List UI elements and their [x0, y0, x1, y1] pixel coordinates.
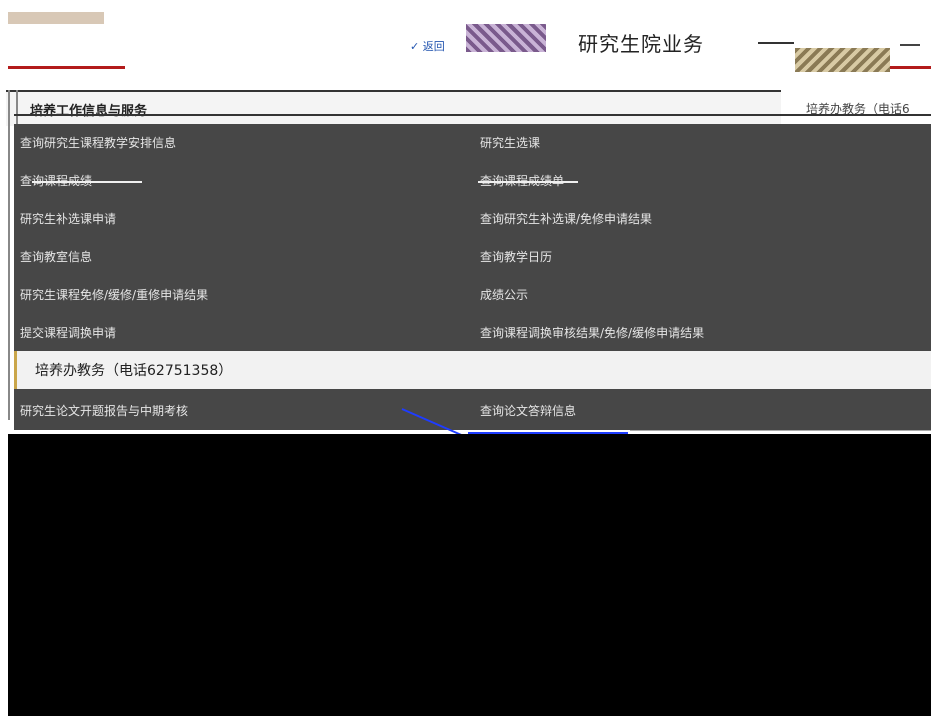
back-link[interactable]: ✓ 返回: [410, 38, 445, 54]
section-title: 培养办教务（电话62751358）: [35, 363, 233, 379]
header-red-rule-left: [8, 66, 125, 69]
service-link[interactable]: 查询课程调换审核结果/免修/缓修申请结果: [480, 324, 704, 341]
occluded-region: [8, 434, 931, 716]
row-strike-mark: [32, 181, 142, 183]
list-item: 查询研究生课程教学安排信息 研究生选课: [14, 124, 931, 160]
service-link[interactable]: 研究生补选课申请: [20, 210, 116, 227]
side-panel-title: 培养办教务（电话6: [806, 102, 910, 116]
row-strike-mark: [478, 181, 578, 183]
service-link[interactable]: 研究生论文开题报告与中期考核: [20, 402, 188, 419]
service-link[interactable]: 成绩公示: [480, 286, 528, 303]
university-logo: [8, 12, 104, 24]
panel-title: 培养工作信息与服务: [30, 104, 148, 119]
header-side-image: [795, 48, 890, 72]
list-item: 研究生补选课申请 查询研究生补选课/免修申请结果: [14, 200, 931, 236]
service-link[interactable]: 查询研究生补选课/免修申请结果: [480, 210, 652, 227]
list-item: 研究生课程免修/缓修/重修申请结果 成绩公示: [14, 276, 931, 312]
page-title: 研究生院业务: [578, 32, 704, 56]
section-header-row: 培养办教务（电话62751358）: [14, 351, 931, 389]
list-item: 查询课程成绩 查询课程成绩单: [14, 162, 931, 198]
service-link[interactable]: 查询论文答辩信息: [480, 402, 576, 419]
panel-header-rule: [14, 114, 931, 116]
service-link[interactable]: 查询教学日历: [480, 248, 552, 265]
list-item: 提交课程调换申请 查询课程调换审核结果/免修/缓修申请结果: [14, 314, 931, 350]
service-list: 查询研究生课程教学安排信息 研究生选课 查询课程成绩 查询课程成绩单 研究生补选…: [14, 124, 931, 430]
list-item: 查询教室信息 查询教学日历: [14, 238, 931, 274]
header-red-rule-right: [890, 66, 931, 69]
service-link[interactable]: 查询研究生课程教学安排信息: [20, 134, 176, 151]
service-link[interactable]: 研究生课程免修/缓修/重修申请结果: [20, 286, 208, 303]
header-banner-image: [466, 24, 546, 52]
service-link[interactable]: 查询教室信息: [20, 248, 92, 265]
header-divider-right: [900, 44, 920, 46]
annotation-rule: [630, 430, 931, 431]
service-link[interactable]: 提交课程调换申请: [20, 324, 116, 341]
service-link[interactable]: 研究生选课: [480, 134, 540, 151]
header-divider: [758, 42, 794, 44]
